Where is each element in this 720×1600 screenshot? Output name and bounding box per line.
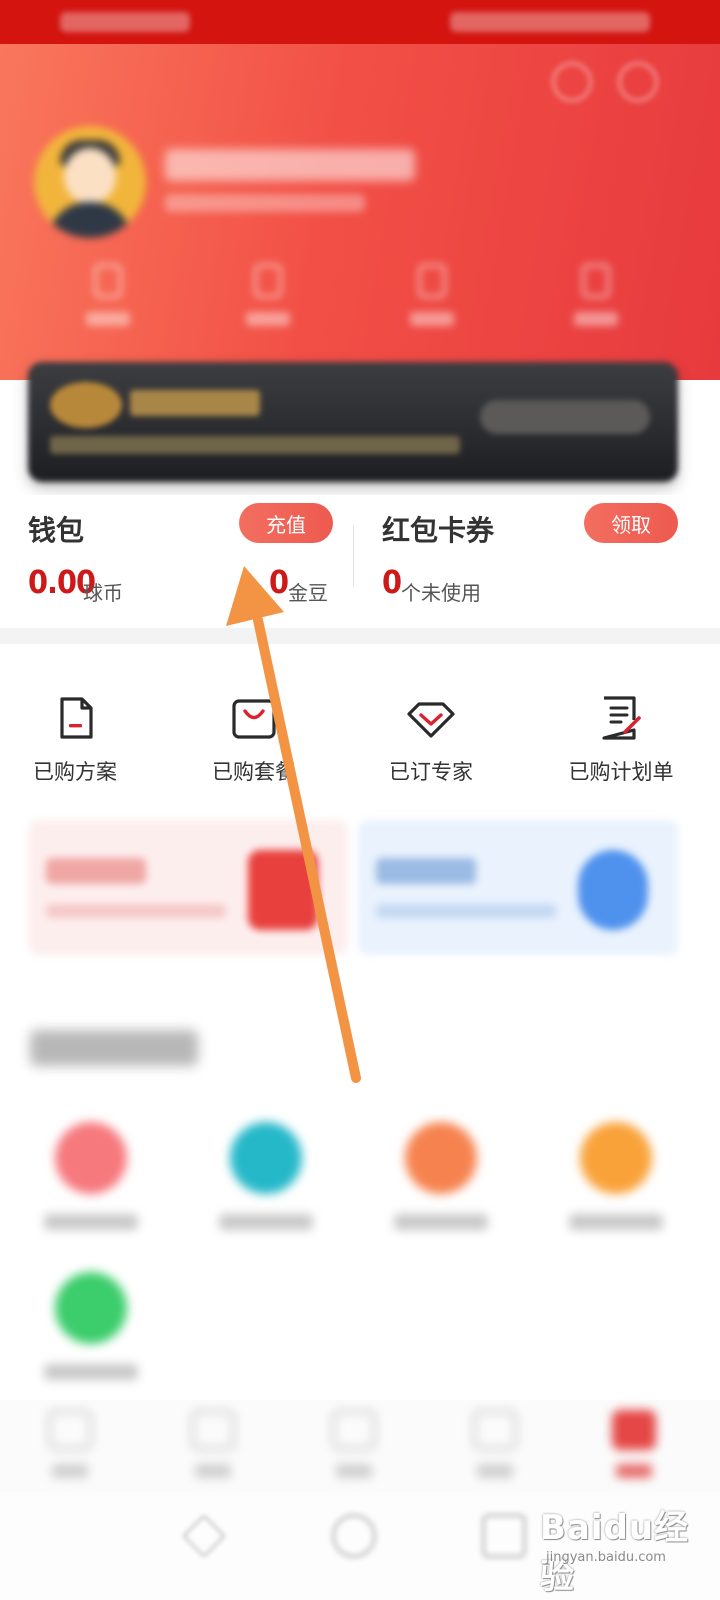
tool-item-1[interactable] (30, 1122, 150, 1252)
username[interactable] (165, 149, 415, 181)
bottom-tab-bar (0, 1400, 720, 1492)
plan-list-icon (602, 696, 641, 740)
section-separator (0, 628, 720, 644)
bean-balance: 0 (269, 563, 289, 601)
tool-item-3[interactable] (380, 1122, 500, 1252)
status-signal-blob (60, 12, 190, 32)
quick-action-purchased-packages[interactable]: 已购套餐 (179, 694, 329, 786)
watermark-brand: Baidu经验 (540, 1508, 690, 1597)
status-battery-blob (450, 12, 650, 32)
wallet-title: 钱包 (28, 514, 85, 547)
avatar[interactable] (34, 126, 146, 238)
nav-recent-icon[interactable] (482, 1514, 526, 1558)
quick-action-label: 已购方案 (33, 760, 117, 784)
shopping-bag-icon (232, 699, 276, 739)
diamond-icon (407, 702, 455, 738)
recharge-button[interactable]: 充值 (239, 503, 333, 543)
unused-coupon-count: 0 (382, 563, 402, 601)
quick-action-purchased-plan-lists[interactable]: 已购计划单 (546, 694, 696, 786)
profile-stat-3[interactable] (392, 264, 472, 334)
bean-unit: 金豆 (288, 581, 328, 605)
claim-button[interactable]: 领取 (584, 503, 678, 543)
tools-section-title (30, 1030, 198, 1066)
quick-action-label: 已购套餐 (212, 760, 296, 784)
wallet-divider (353, 525, 354, 587)
quick-action-label: 已购计划单 (568, 760, 674, 784)
profile-stat-4[interactable] (556, 264, 636, 334)
tab-mine[interactable] (594, 1410, 674, 1488)
tab-4[interactable] (455, 1410, 535, 1488)
nav-back-icon[interactable] (182, 1514, 226, 1558)
quick-action-subscribed-experts[interactable]: 已订专家 (356, 694, 506, 786)
baidu-jingyan-watermark: Baidu经验 jingyan.baidu.com (540, 1490, 710, 1597)
coupons-title: 红包卡券 (382, 514, 495, 547)
vip-badge-icon (50, 382, 122, 428)
coin-unit: 球币 (83, 581, 123, 605)
user-id (165, 194, 365, 212)
quick-action-purchased-plans[interactable]: 已购方案 (0, 694, 150, 786)
profile-header (0, 44, 720, 380)
vip-title (130, 390, 260, 416)
profile-stat-1[interactable] (68, 264, 148, 334)
status-bar (0, 0, 720, 44)
tab-3[interactable] (314, 1410, 394, 1488)
tool-item-4[interactable] (555, 1122, 675, 1252)
tool-item-2[interactable] (205, 1122, 325, 1252)
unused-coupon-unit: 个未使用 (401, 581, 481, 605)
vip-description (50, 436, 460, 454)
profile-stat-2[interactable] (228, 264, 308, 334)
nav-home-icon[interactable] (332, 1514, 376, 1558)
watermark-url: jingyan.baidu.com (546, 1550, 666, 1565)
quick-action-label: 已订专家 (389, 760, 473, 784)
message-icon[interactable] (552, 62, 592, 102)
quick-actions: 已购方案 已购套餐 已订专家 已购计划单 (0, 644, 720, 804)
tool-item-5[interactable] (30, 1272, 150, 1402)
settings-icon[interactable] (618, 62, 658, 102)
document-icon (60, 697, 93, 739)
vip-card[interactable] (28, 362, 678, 482)
promo-card-red-packet[interactable] (28, 820, 348, 955)
tab-home[interactable] (30, 1410, 110, 1488)
promo-card-daily-checkin[interactable] (358, 820, 678, 955)
vip-open-button[interactable] (480, 400, 650, 434)
tab-2[interactable] (173, 1410, 253, 1488)
wallet-section: 钱包 充值 0.00 球币 0 金豆 红包卡券 领取 0 个未使用 (0, 495, 720, 628)
